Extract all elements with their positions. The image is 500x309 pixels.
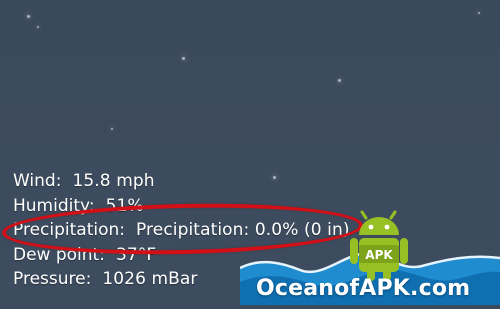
dew-point-label: Dew point: [13, 244, 105, 265]
humidity-label: Humidity: [13, 195, 95, 216]
pressure-label: Pressure: [13, 269, 92, 289]
weather-details-list: Wind: 15.8 mph Humidity: 51% Precipitati… [13, 169, 350, 292]
dew-point-value: 37°F [115, 244, 157, 265]
precipitation-label: Precipitation: [13, 220, 125, 240]
wind-row: Wind: 15.8 mph [13, 169, 350, 194]
star-icon [478, 12, 480, 14]
humidity-row: Humidity: 51% [13, 194, 350, 219]
dew-point-row: Dew point: 37°F [13, 243, 350, 268]
pressure-row: Pressure: 1026 mBar [13, 267, 350, 292]
star-icon [27, 15, 30, 18]
precipitation-value: Precipitation: 0.0% (0 in) [136, 220, 350, 240]
wind-label: Wind: [13, 171, 62, 191]
pressure-value: 1026 mBar [102, 269, 198, 289]
wind-value: 15.8 mph [72, 171, 155, 191]
humidity-value: 51% [105, 195, 144, 216]
star-icon [338, 79, 341, 82]
star-icon [111, 128, 113, 130]
precipitation-row: Precipitation: Precipitation: 0.0% (0 in… [13, 218, 350, 243]
star-icon [37, 26, 39, 28]
star-icon [182, 57, 185, 60]
